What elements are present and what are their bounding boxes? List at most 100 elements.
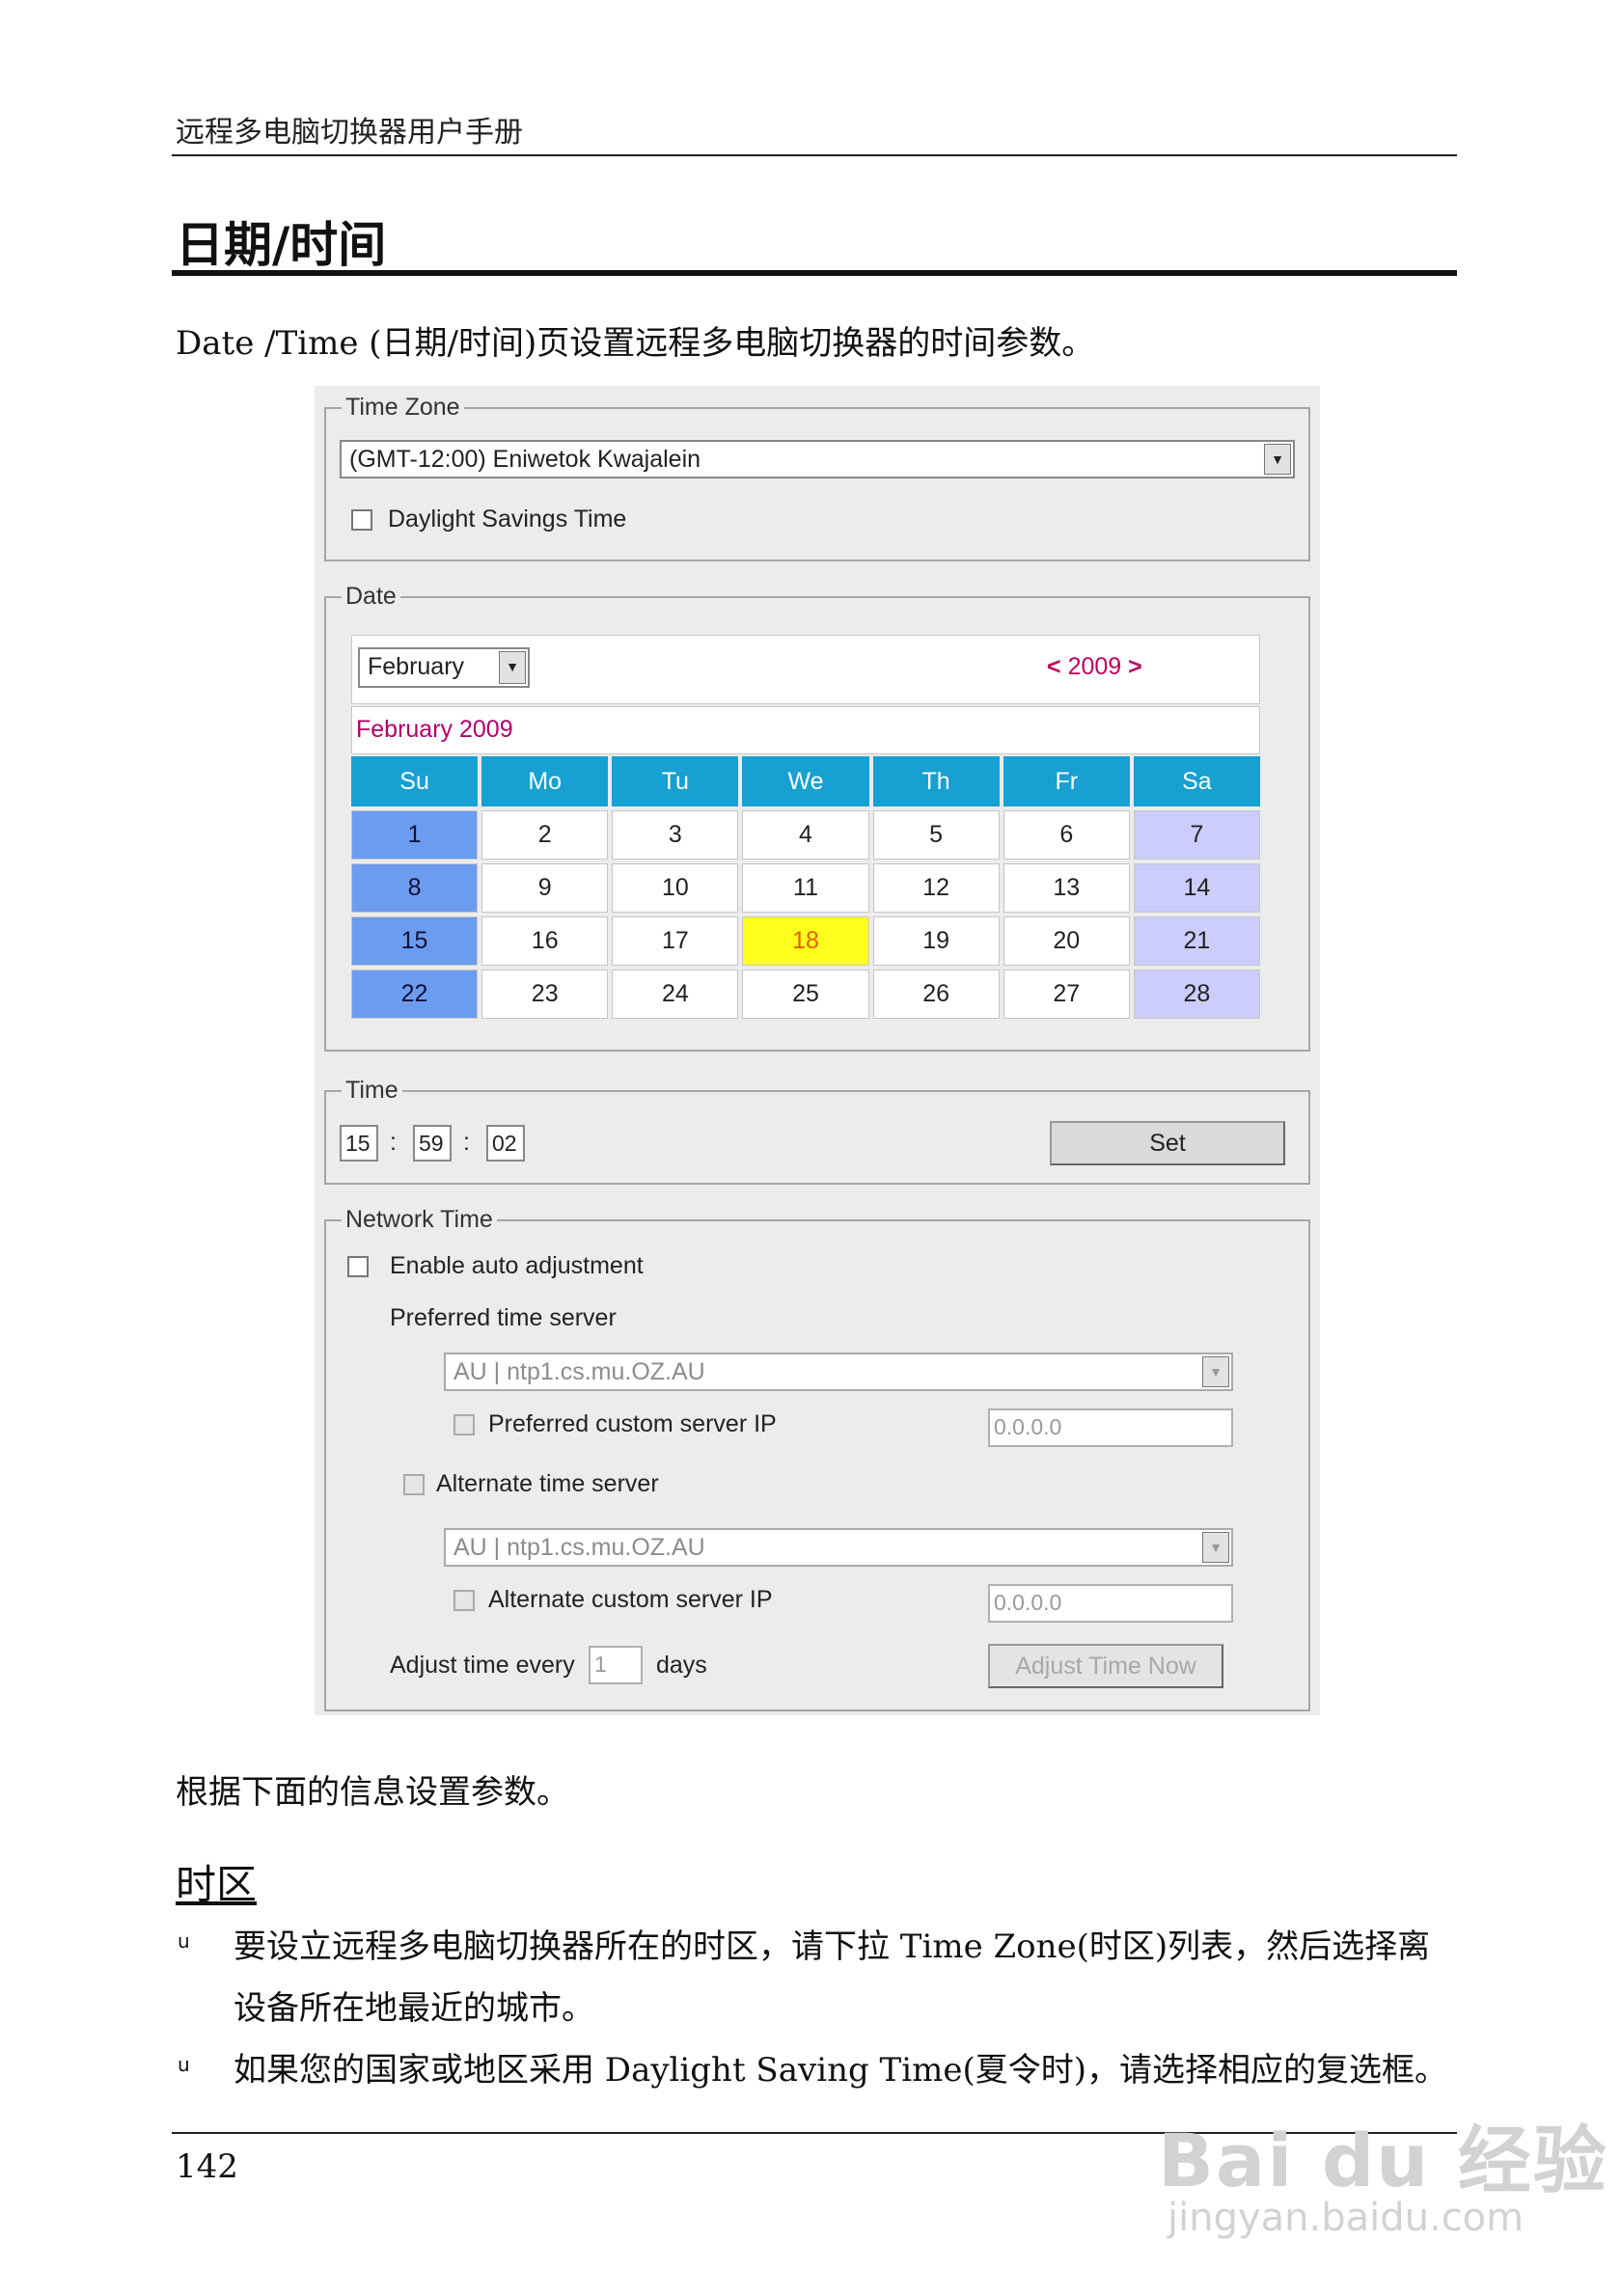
- calendar-header: February ▼ < 2009 >: [351, 635, 1260, 704]
- calendar-day[interactable]: 8: [351, 863, 479, 913]
- set-time-button[interactable]: Set: [1050, 1121, 1285, 1165]
- preferred-custom-ip-checkbox[interactable]: [453, 1414, 475, 1435]
- datetime-settings-panel: Time Zone (GMT-12:00) Eniwetok Kwajalein…: [315, 386, 1320, 1715]
- timezone-legend: Time Zone: [342, 394, 464, 422]
- hour-field[interactable]: 15: [340, 1125, 378, 1162]
- bullet-2-line-1: 如果您的国家或地区采用 Daylight Saving Time(夏令时)，请选…: [234, 2051, 1447, 2090]
- calendar-day[interactable]: 22: [351, 970, 479, 1019]
- calendar-day-selected[interactable]: 18: [742, 916, 869, 966]
- watermark-url: jingyan.baidu.com: [1168, 2196, 1525, 2240]
- calendar-day[interactable]: 20: [1003, 916, 1130, 966]
- calendar-day[interactable]: 12: [872, 863, 1000, 913]
- subsection-title: 时区: [176, 1861, 258, 1908]
- enable-auto-adjust-label: Enable auto adjustment: [390, 1252, 644, 1279]
- minute-field[interactable]: 59: [413, 1125, 452, 1162]
- chevron-down-icon[interactable]: ▼: [1202, 1532, 1229, 1563]
- baidu-watermark: Bai du 经验: [1158, 2118, 1608, 2203]
- preferred-custom-ip-field[interactable]: 0.0.0.0: [988, 1408, 1233, 1447]
- calendar-day[interactable]: 15: [351, 916, 479, 966]
- calendar-day[interactable]: 9: [481, 863, 609, 913]
- bullet-1-line-1: 要设立远程多电脑切换器所在的时区，请下拉 Time Zone(时区)列表，然后选…: [234, 1927, 1431, 1966]
- chevron-down-icon[interactable]: ▼: [1202, 1356, 1229, 1387]
- year-label: 2009: [1067, 653, 1122, 680]
- weekday-header: We: [742, 756, 869, 806]
- bullet-marker: u: [178, 1929, 190, 1953]
- title-rule: [172, 270, 1457, 276]
- chevron-down-icon[interactable]: ▼: [499, 651, 526, 684]
- calendar-day[interactable]: 13: [1003, 863, 1130, 913]
- chevron-down-icon[interactable]: ▼: [1264, 444, 1291, 475]
- calendar-day[interactable]: 2: [481, 810, 609, 860]
- next-year-button[interactable]: >: [1128, 653, 1142, 680]
- calendar-day[interactable]: 26: [872, 970, 1000, 1019]
- alternate-custom-ip-checkbox[interactable]: [453, 1590, 475, 1611]
- bullet-marker: u: [178, 2053, 190, 2076]
- month-select-value: February: [368, 653, 465, 680]
- alternate-server-label: Alternate time server: [436, 1470, 659, 1497]
- alternate-server-select[interactable]: AU | ntp1.cs.mu.OZ.AU ▼: [444, 1528, 1233, 1567]
- time-separator: :: [463, 1129, 470, 1156]
- alternate-server-checkbox[interactable]: [403, 1474, 425, 1495]
- calendar-day[interactable]: 23: [481, 970, 609, 1019]
- calendar-day[interactable]: 17: [612, 916, 739, 966]
- second-field[interactable]: 02: [486, 1125, 525, 1162]
- preferred-server-label: Preferred time server: [390, 1304, 617, 1331]
- network-time-group: Network Time Enable auto adjustment Pref…: [324, 1206, 1310, 1711]
- time-separator: :: [390, 1129, 397, 1156]
- calendar-day[interactable]: 14: [1133, 863, 1260, 913]
- weekday-header: Su: [351, 756, 479, 806]
- calendar-day[interactable]: 16: [481, 916, 609, 966]
- calendar-day[interactable]: 19: [872, 916, 1000, 966]
- timezone-group: Time Zone (GMT-12:00) Eniwetok Kwajalein…: [324, 394, 1310, 561]
- adjust-time-now-button[interactable]: Adjust Time Now: [988, 1644, 1223, 1688]
- dst-label: Daylight Savings Time: [388, 506, 627, 533]
- date-legend: Date: [342, 583, 400, 611]
- prev-year-button[interactable]: <: [1047, 653, 1061, 680]
- adjust-every-label: Adjust time every: [390, 1652, 575, 1679]
- alternate-server-value: AU | ntp1.cs.mu.OZ.AU: [453, 1534, 705, 1561]
- running-header: 远程多电脑切换器用户手册: [176, 116, 523, 150]
- header-rule: [172, 154, 1457, 156]
- date-group: Date February ▼ < 2009 > February 2009 S…: [324, 583, 1310, 1052]
- preferred-server-value: AU | ntp1.cs.mu.OZ.AU: [453, 1358, 705, 1385]
- alternate-custom-ip-label: Alternate custom server IP: [488, 1586, 773, 1613]
- section-title: 日期/时间: [176, 217, 387, 273]
- preferred-custom-ip-label: Preferred custom server IP: [488, 1410, 777, 1437]
- calendar-day[interactable]: 28: [1133, 970, 1260, 1019]
- calendar-day[interactable]: 7: [1133, 810, 1260, 860]
- calendar-day[interactable]: 11: [742, 863, 869, 913]
- intro-paragraph: Date /Time (日期/时间)页设置远程多电脑切换器的时间参数。: [176, 324, 1095, 363]
- year-navigator: < 2009 >: [1047, 653, 1142, 681]
- dst-checkbox[interactable]: [351, 509, 372, 531]
- preferred-server-select[interactable]: AU | ntp1.cs.mu.OZ.AU ▼: [444, 1353, 1233, 1391]
- calendar-day[interactable]: 4: [742, 810, 869, 860]
- calendar-day[interactable]: 1: [351, 810, 479, 860]
- month-select[interactable]: February ▼: [358, 647, 530, 688]
- calendar-day[interactable]: 6: [1003, 810, 1130, 860]
- adjust-days-field[interactable]: 1: [589, 1646, 643, 1684]
- days-label: days: [656, 1652, 707, 1679]
- calendar-day[interactable]: 3: [612, 810, 739, 860]
- weekday-header: Th: [872, 756, 1000, 806]
- calendar-day[interactable]: 5: [872, 810, 1000, 860]
- calendar-day[interactable]: 25: [742, 970, 869, 1019]
- weekday-header: Mo: [481, 756, 609, 806]
- calendar-month-title: February 2009: [351, 706, 1260, 754]
- time-group: Time 15 : 59 : 02 Set: [324, 1077, 1310, 1185]
- enable-auto-adjust-checkbox[interactable]: [347, 1256, 369, 1277]
- calendar-day[interactable]: 21: [1133, 916, 1260, 966]
- calendar-day[interactable]: 10: [612, 863, 739, 913]
- calendar-day[interactable]: 27: [1003, 970, 1130, 1019]
- network-time-legend: Network Time: [342, 1206, 497, 1234]
- timezone-select-value: (GMT-12:00) Eniwetok Kwajalein: [349, 446, 701, 473]
- weekday-header: Fr: [1003, 756, 1130, 806]
- page-number: 142: [176, 2147, 238, 2186]
- timezone-select[interactable]: (GMT-12:00) Eniwetok Kwajalein ▼: [340, 440, 1295, 478]
- settings-instruction: 根据下面的信息设置参数。: [176, 1773, 569, 1812]
- alternate-custom-ip-field[interactable]: 0.0.0.0: [988, 1584, 1233, 1623]
- calendar-grid: Su Mo Tu We Th Fr Sa 1 2 3 4 5 6 7 8 9 10 11 12 13 14 15 16 17 1…: [351, 756, 1260, 1019]
- calendar-day[interactable]: 24: [612, 970, 739, 1019]
- weekday-header: Tu: [612, 756, 739, 806]
- bullet-1-line-2: 设备所在地最近的城市。: [234, 1989, 594, 2028]
- time-legend: Time: [342, 1077, 402, 1105]
